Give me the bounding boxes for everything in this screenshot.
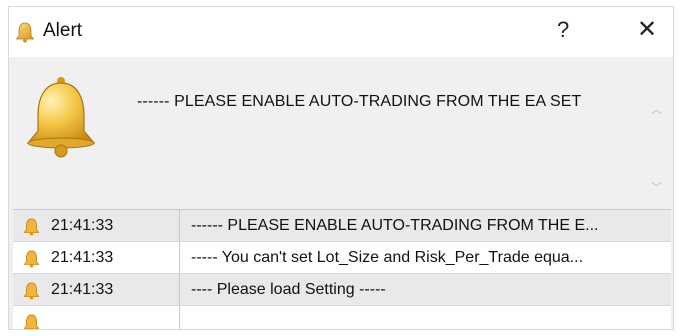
bell-icon (23, 250, 40, 268)
bell-icon (23, 314, 40, 329)
scroll-up-icon[interactable]: ︿ (651, 101, 662, 117)
list-item[interactable]: 21:41:33 ----- You can't set Lot_Size an… (13, 242, 671, 274)
alert-time: 21:41:33 (51, 281, 114, 298)
list-item[interactable]: 21:41:33 ------ PLEASE ENABLE AUTO-TRADI… (13, 210, 671, 242)
bell-icon (15, 22, 35, 43)
alert-time: 21:41:33 (51, 217, 114, 234)
list-item[interactable] (13, 306, 671, 329)
column-divider (179, 242, 180, 274)
column-divider (179, 210, 180, 242)
column-divider (179, 306, 180, 329)
list-item[interactable]: 21:41:33 ---- Please load Setting ----- (13, 274, 671, 306)
alert-message: ------ PLEASE ENABLE AUTO-TRADING FROM T… (137, 93, 582, 110)
column-divider (179, 274, 180, 306)
help-button[interactable]: ? (557, 17, 569, 43)
bell-icon (23, 218, 40, 236)
bell-icon (23, 282, 40, 300)
title-bar: Alert ? ✕ (9, 7, 673, 57)
alert-list: 21:41:33 ------ PLEASE ENABLE AUTO-TRADI… (13, 209, 671, 329)
alert-window: Alert ? ✕ ------ PLEASE ENABLE AUTO-TRAD… (8, 6, 674, 330)
message-area: ------ PLEASE ENABLE AUTO-TRADING FROM T… (9, 57, 673, 203)
close-button[interactable]: ✕ (637, 15, 657, 44)
window-title: Alert (43, 20, 83, 41)
bell-icon (26, 77, 96, 158)
alert-time: 21:41:33 (51, 249, 114, 266)
scroll-down-icon[interactable]: ﹀ (651, 179, 662, 195)
alert-row-message: ------ PLEASE ENABLE AUTO-TRADING FROM T… (191, 217, 599, 234)
alert-row-message: ---- Please load Setting ----- (191, 281, 386, 298)
alert-row-message: ----- You can't set Lot_Size and Risk_Pe… (191, 249, 584, 266)
